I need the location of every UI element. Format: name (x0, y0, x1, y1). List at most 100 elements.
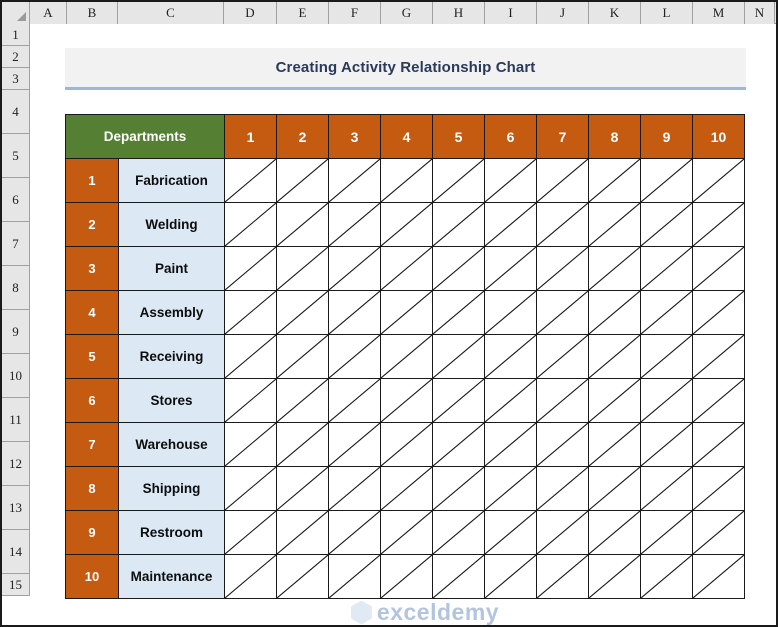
column-header-g[interactable]: G (381, 2, 433, 24)
relationship-cell-8-4[interactable] (381, 467, 433, 511)
column-header-d[interactable]: D (224, 2, 277, 24)
relationship-cell-4-7[interactable] (537, 291, 589, 335)
relationship-cell-6-3[interactable] (329, 379, 381, 423)
relationship-cell-3-1[interactable] (225, 247, 277, 291)
relationship-cell-1-10[interactable] (693, 159, 745, 203)
relationship-cell-2-7[interactable] (537, 203, 589, 247)
relationship-cell-6-1[interactable] (225, 379, 277, 423)
row-header-10[interactable]: 10 (2, 354, 29, 398)
relationship-cell-8-8[interactable] (589, 467, 641, 511)
relationship-cell-8-2[interactable] (277, 467, 329, 511)
relationship-cell-9-7[interactable] (537, 511, 589, 555)
relationship-cell-10-6[interactable] (485, 555, 537, 599)
relationship-cell-8-10[interactable] (693, 467, 745, 511)
relationship-cell-9-2[interactable] (277, 511, 329, 555)
relationship-cell-5-2[interactable] (277, 335, 329, 379)
row-header-5[interactable]: 5 (2, 134, 29, 178)
relationship-cell-9-3[interactable] (329, 511, 381, 555)
relationship-cell-6-8[interactable] (589, 379, 641, 423)
relationship-cell-5-4[interactable] (381, 335, 433, 379)
row-header-7[interactable]: 7 (2, 222, 29, 266)
column-header-a[interactable]: A (30, 2, 67, 24)
relationship-cell-10-8[interactable] (589, 555, 641, 599)
column-header-k[interactable]: K (589, 2, 641, 24)
relationship-cell-4-6[interactable] (485, 291, 537, 335)
relationship-cell-2-10[interactable] (693, 203, 745, 247)
relationship-cell-10-5[interactable] (433, 555, 485, 599)
relationship-cell-3-8[interactable] (589, 247, 641, 291)
relationship-cell-8-1[interactable] (225, 467, 277, 511)
relationship-cell-1-9[interactable] (641, 159, 693, 203)
column-header-h[interactable]: H (433, 2, 485, 24)
relationship-cell-5-10[interactable] (693, 335, 745, 379)
relationship-cell-9-9[interactable] (641, 511, 693, 555)
relationship-cell-7-10[interactable] (693, 423, 745, 467)
relationship-cell-5-9[interactable] (641, 335, 693, 379)
column-header-n[interactable]: N (745, 2, 775, 24)
relationship-cell-9-1[interactable] (225, 511, 277, 555)
relationship-cell-7-3[interactable] (329, 423, 381, 467)
relationship-cell-4-4[interactable] (381, 291, 433, 335)
relationship-cell-5-8[interactable] (589, 335, 641, 379)
relationship-cell-4-3[interactable] (329, 291, 381, 335)
column-header-c[interactable]: C (118, 2, 224, 24)
relationship-cell-2-3[interactable] (329, 203, 381, 247)
relationship-cell-10-9[interactable] (641, 555, 693, 599)
relationship-cell-2-9[interactable] (641, 203, 693, 247)
relationship-cell-4-10[interactable] (693, 291, 745, 335)
row-header-9[interactable]: 9 (2, 310, 29, 354)
relationship-cell-2-6[interactable] (485, 203, 537, 247)
relationship-cell-1-2[interactable] (277, 159, 329, 203)
row-header-12[interactable]: 12 (2, 442, 29, 486)
relationship-cell-7-5[interactable] (433, 423, 485, 467)
worksheet-grid[interactable]: Creating Activity Relationship Chart Dep… (30, 24, 776, 625)
relationship-cell-6-9[interactable] (641, 379, 693, 423)
row-header-13[interactable]: 13 (2, 486, 29, 530)
relationship-cell-2-2[interactable] (277, 203, 329, 247)
relationship-cell-7-8[interactable] (589, 423, 641, 467)
relationship-cell-3-5[interactable] (433, 247, 485, 291)
relationship-cell-2-4[interactable] (381, 203, 433, 247)
relationship-cell-8-6[interactable] (485, 467, 537, 511)
row-header-11[interactable]: 11 (2, 398, 29, 442)
relationship-cell-3-2[interactable] (277, 247, 329, 291)
relationship-cell-3-7[interactable] (537, 247, 589, 291)
relationship-cell-6-10[interactable] (693, 379, 745, 423)
relationship-cell-8-5[interactable] (433, 467, 485, 511)
relationship-cell-6-5[interactable] (433, 379, 485, 423)
relationship-cell-10-2[interactable] (277, 555, 329, 599)
relationship-cell-7-6[interactable] (485, 423, 537, 467)
relationship-cell-7-9[interactable] (641, 423, 693, 467)
row-header-8[interactable]: 8 (2, 266, 29, 310)
relationship-cell-9-10[interactable] (693, 511, 745, 555)
row-header-4[interactable]: 4 (2, 90, 29, 134)
relationship-cell-9-4[interactable] (381, 511, 433, 555)
relationship-cell-1-7[interactable] (537, 159, 589, 203)
relationship-cell-5-1[interactable] (225, 335, 277, 379)
relationship-cell-10-1[interactable] (225, 555, 277, 599)
relationship-cell-8-9[interactable] (641, 467, 693, 511)
relationship-cell-10-10[interactable] (693, 555, 745, 599)
relationship-cell-2-1[interactable] (225, 203, 277, 247)
row-header-3[interactable]: 3 (2, 68, 29, 90)
column-header-e[interactable]: E (277, 2, 329, 24)
column-header-l[interactable]: L (641, 2, 693, 24)
relationship-cell-7-7[interactable] (537, 423, 589, 467)
relationship-cell-10-7[interactable] (537, 555, 589, 599)
relationship-cell-3-4[interactable] (381, 247, 433, 291)
relationship-cell-4-1[interactable] (225, 291, 277, 335)
relationship-cell-7-4[interactable] (381, 423, 433, 467)
relationship-cell-6-6[interactable] (485, 379, 537, 423)
relationship-cell-1-5[interactable] (433, 159, 485, 203)
relationship-cell-4-8[interactable] (589, 291, 641, 335)
relationship-cell-7-1[interactable] (225, 423, 277, 467)
relationship-cell-1-1[interactable] (225, 159, 277, 203)
select-all-button[interactable] (2, 2, 30, 24)
relationship-cell-3-3[interactable] (329, 247, 381, 291)
relationship-cell-4-5[interactable] (433, 291, 485, 335)
relationship-cell-8-7[interactable] (537, 467, 589, 511)
relationship-cell-9-5[interactable] (433, 511, 485, 555)
relationship-cell-9-6[interactable] (485, 511, 537, 555)
relationship-cell-3-10[interactable] (693, 247, 745, 291)
relationship-cell-1-8[interactable] (589, 159, 641, 203)
